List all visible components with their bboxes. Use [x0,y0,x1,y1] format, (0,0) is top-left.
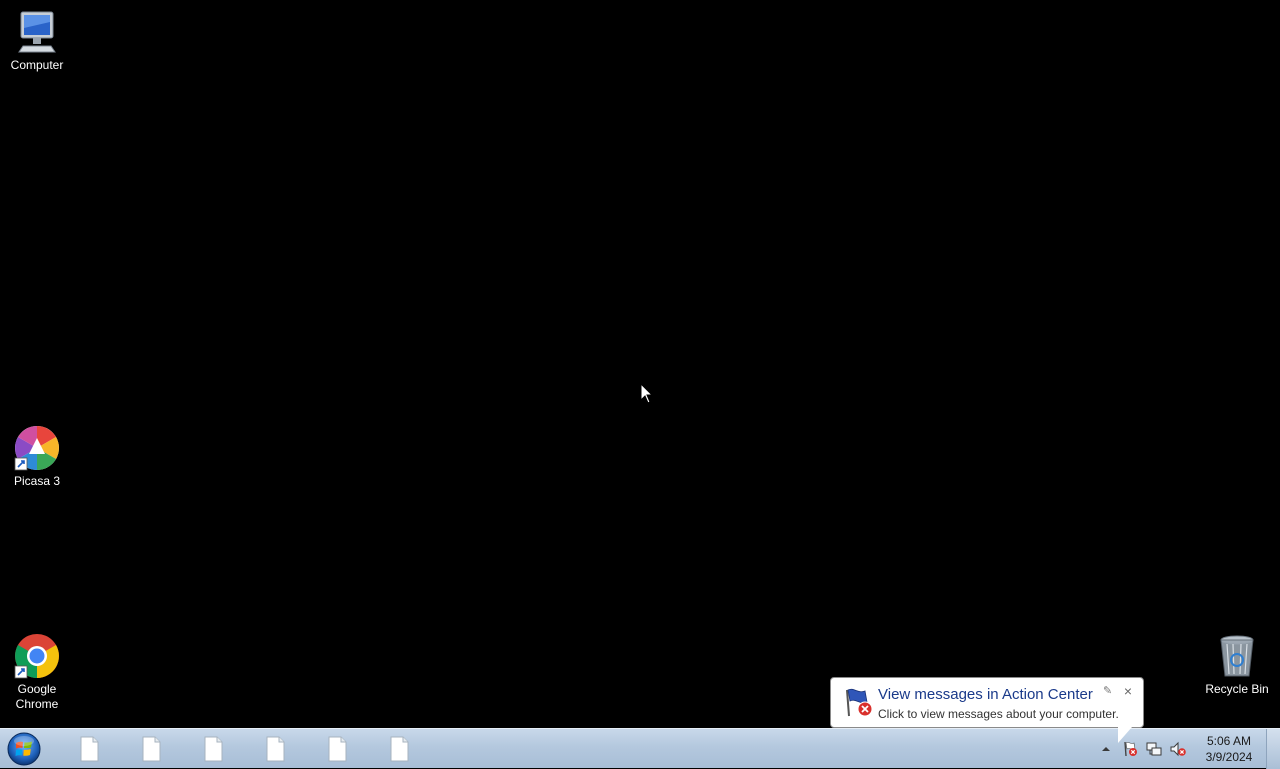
computer-icon [18,11,56,53]
action-center-flag-icon [846,688,873,717]
notification-tail [1118,727,1132,743]
desktop-icon-computer[interactable]: Computer [1,8,73,73]
taskbar: 5:06 AM 3/9/2024 [0,728,1280,769]
taskbar-button-document[interactable] [261,735,289,763]
desktop[interactable]: Computer Picasa 3 Google Chrome Recycle … [0,0,1280,728]
windows-start-orb-icon[interactable] [6,731,42,767]
taskbar-button-document[interactable] [385,735,413,763]
chrome-icon [14,634,59,679]
taskbar-button-document[interactable] [199,735,227,763]
desktop-icon-picasa[interactable]: Picasa 3 [1,424,73,489]
mouse-cursor-icon [640,383,654,404]
desktop-icon-label: Computer [10,58,64,72]
clock-time: 5:06 AM [1206,734,1252,748]
taskbar-button-document[interactable] [75,735,103,763]
notification-options-icon[interactable]: ✎ [1103,685,1115,697]
picasa-icon [14,426,59,471]
recycle-bin-icon [1220,635,1254,677]
taskbar-button-document[interactable] [137,735,165,763]
notification-close-button[interactable]: × [1121,684,1135,698]
chevron-up-icon[interactable] [1100,741,1112,757]
show-desktop-button[interactable] [1266,729,1280,769]
volume-muted-icon[interactable] [1170,741,1186,757]
desktop-icon-label: Recycle Bin [1205,682,1269,696]
taskbar-clock[interactable]: 5:06 AM 3/9/2024 [1196,733,1262,765]
notification-title[interactable]: View messages in Action Center [878,686,1093,703]
clock-date: 3/9/2024 [1205,750,1253,764]
action-center-notification[interactable]: View messages in Action Center Click to … [830,677,1144,728]
desktop-icon-recycle-bin[interactable]: Recycle Bin [1201,632,1273,697]
desktop-icon-label: Picasa 3 [13,474,61,488]
notification-text[interactable]: Click to view messages about your comput… [878,707,1119,721]
action-center-flag-icon[interactable] [1122,741,1138,757]
notification-area [1098,729,1198,769]
desktop-icon-chrome[interactable]: Google Chrome [1,632,73,712]
desktop-icon-label: Google Chrome [15,682,59,711]
network-icon[interactable] [1146,741,1162,757]
taskbar-button-document[interactable] [323,735,351,763]
